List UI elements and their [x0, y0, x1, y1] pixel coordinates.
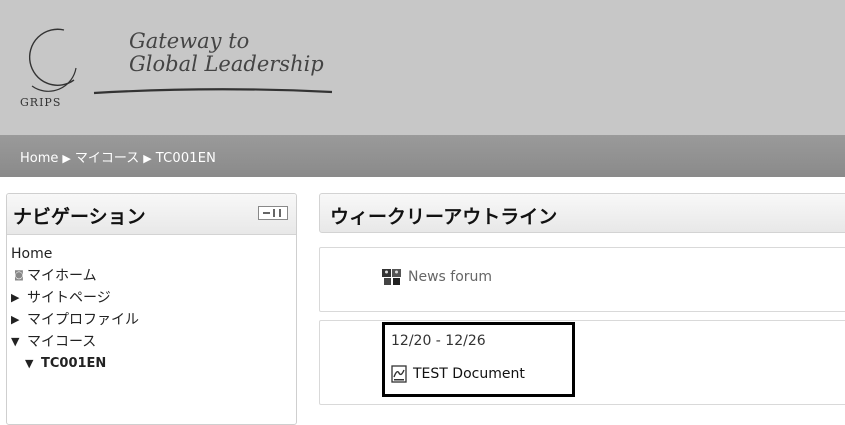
breadcrumb-separator-icon: ▶ [62, 152, 71, 165]
nav-item-label: TC001EN [41, 355, 107, 371]
nav-item-label: マイコース [27, 334, 97, 350]
highlight-box: 12/20 - 12/26 TEST Document [382, 322, 575, 397]
page-title: ウィークリーアウトライン [330, 206, 558, 228]
breadcrumb-current-course[interactable]: TC001EN [156, 151, 216, 166]
bullet-icon: ◙ [14, 269, 24, 281]
breadcrumb-my-courses[interactable]: マイコース [75, 151, 139, 166]
nav-item-my-courses[interactable]: ▼ マイコース [11, 330, 139, 352]
course-format-header: ウィークリーアウトライン [319, 193, 845, 233]
navigation-header: ナビゲーション [7, 194, 296, 235]
expand-arrow-icon: ▶ [11, 290, 20, 304]
nav-item-my-home[interactable]: ◙ マイホーム [11, 264, 139, 286]
grips-logo[interactable]: Gateway to Global Leadership GRIPS [14, 20, 344, 125]
collapse-arrow-icon: ▼ [25, 356, 34, 370]
nav-item-label: サイトページ [27, 290, 111, 306]
nav-item-label: マイプロファイル [27, 312, 139, 328]
nav-item-home[interactable]: Home [11, 246, 139, 262]
activity-news-forum[interactable]: News forum [382, 268, 492, 286]
course-section-week: 12/20 - 12/26 TEST Document [319, 320, 845, 405]
breadcrumb-home[interactable]: Home [20, 151, 58, 166]
breadcrumb: Home ▶ マイコース ▶ TC001EN [20, 147, 216, 166]
activity-label: News forum [408, 269, 493, 285]
nav-item-label: マイホーム [27, 268, 97, 284]
logo-text: GRIPS [20, 96, 62, 109]
forum-icon [382, 269, 401, 285]
breadcrumb-separator-icon: ▶ [143, 152, 152, 165]
collapse-arrow-icon: ▼ [11, 334, 20, 348]
dock-block-icon[interactable] [258, 206, 288, 220]
week-dates: 12/20 - 12/26 [391, 333, 486, 349]
navigation-title: ナビゲーション [13, 206, 146, 228]
nav-item-course-tc001en[interactable]: ▼ TC001EN [11, 352, 139, 374]
course-section-general: News forum [319, 247, 845, 312]
expand-arrow-icon: ▶ [11, 312, 20, 326]
nav-item-site-pages[interactable]: ▶ サイトページ [11, 286, 139, 308]
nav-item-my-profile[interactable]: ▶ マイプロファイル [11, 308, 139, 330]
pdf-file-icon [391, 365, 407, 383]
logo-tagline: Gateway to Global Leadership [129, 29, 324, 76]
breadcrumb-bar: Home ▶ マイコース ▶ TC001EN [0, 135, 845, 177]
activity-test-document[interactable]: TEST Document [391, 365, 525, 383]
navigation-tree: Home ◙ マイホーム ▶ サイトページ ▶ マイプロファイル ▼ マイコース… [11, 246, 139, 374]
activity-label: TEST Document [413, 366, 525, 382]
navigation-block: ナビゲーション Home ◙ マイホーム ▶ サイトページ ▶ マイプロファイル… [6, 193, 297, 425]
site-header: Gateway to Global Leadership GRIPS [0, 0, 845, 135]
